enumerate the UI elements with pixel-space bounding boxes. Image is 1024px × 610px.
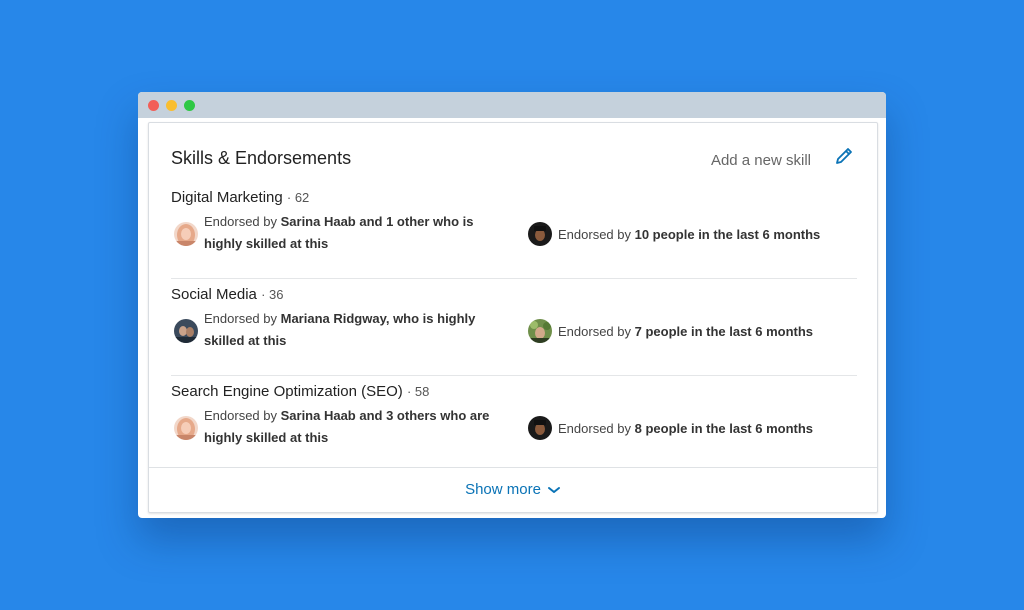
avatar[interactable]	[528, 319, 552, 343]
endorsed-prefix: Endorsed by	[558, 227, 635, 242]
endorsed-prefix: Endorsed by	[204, 408, 281, 423]
close-window-button[interactable]	[148, 100, 159, 111]
add-skill-link[interactable]: Add a new skill	[711, 152, 811, 169]
highlighted-endorsement: Endorsed by Sarina Haab and 1 other who …	[204, 211, 510, 255]
endorsement-summary: 8 people in the last 6 months	[634, 421, 814, 436]
skills-card: Skills & Endorsements Add a new skill Di…	[148, 122, 878, 513]
endorsement-summary: 7 people in the last 6 months	[634, 324, 814, 339]
recent-endorsement[interactable]: Endorsed by 7 people in the last 6 month…	[558, 324, 813, 339]
endorsement-summary: 10 people in the last 6 months	[634, 227, 821, 242]
avatar[interactable]	[174, 416, 198, 440]
endorser-text[interactable]: Sarina Haab and 1 other who is	[281, 214, 474, 229]
card-header: Skills & Endorsements Add a new skill	[171, 145, 855, 173]
minimize-window-button[interactable]	[166, 100, 177, 111]
avatar[interactable]	[528, 416, 552, 440]
skill-title: Digital Marketing	[171, 189, 283, 206]
window-titlebar	[138, 92, 886, 118]
card-footer: Show more	[149, 467, 877, 512]
chevron-down-icon	[547, 482, 561, 499]
pencil-icon[interactable]	[833, 145, 855, 167]
zoom-window-button[interactable]	[184, 100, 195, 111]
skill-name[interactable]: Digital Marketing · 62	[171, 189, 309, 206]
skill-item: Social Media · 36 Endorsed by Mariana Ri…	[171, 278, 857, 376]
app-window: Skills & Endorsements Add a new skill Di…	[138, 92, 886, 518]
endorser-text-cont: highly skilled at this	[204, 236, 329, 251]
endorsed-prefix: Endorsed by	[204, 214, 281, 229]
highlighted-endorsement: Endorsed by Mariana Ridgway, who is high…	[204, 308, 510, 352]
endorser-text[interactable]: Mariana Ridgway, who is highly	[281, 311, 476, 326]
endorsed-prefix: Endorsed by	[558, 324, 635, 339]
show-more-button[interactable]: Show more	[149, 481, 877, 499]
endorser-text-cont: highly skilled at this	[204, 430, 329, 445]
avatar[interactable]	[174, 222, 198, 246]
skill-item: Search Engine Optimization (SEO) · 58 En…	[171, 375, 857, 472]
endorser-text[interactable]: Sarina Haab and 3 others who are	[281, 408, 490, 423]
skill-title: Social Media	[171, 286, 257, 303]
avatar[interactable]	[528, 222, 552, 246]
skill-name[interactable]: Social Media · 36	[171, 286, 283, 303]
endorser-text-cont: skilled at this	[204, 333, 287, 348]
endorsed-prefix: Endorsed by	[558, 421, 635, 436]
recent-endorsement[interactable]: Endorsed by 8 people in the last 6 month…	[558, 421, 813, 436]
endorsed-prefix: Endorsed by	[204, 311, 281, 326]
highlighted-endorsement: Endorsed by Sarina Haab and 3 others who…	[204, 405, 510, 449]
skill-item: Digital Marketing · 62 Endorsed by Sarin…	[171, 181, 857, 279]
endorsement-count: · 36	[261, 287, 284, 302]
skill-title: Search Engine Optimization (SEO)	[171, 383, 403, 400]
recent-endorsement[interactable]: Endorsed by 10 people in the last 6 mont…	[558, 227, 820, 242]
skill-name[interactable]: Search Engine Optimization (SEO) · 58	[171, 383, 429, 400]
endorsement-count: · 62	[286, 190, 310, 205]
card-title: Skills & Endorsements	[171, 148, 352, 168]
show-more-label: Show more	[465, 481, 541, 498]
avatar[interactable]	[174, 319, 198, 343]
endorsement-count: · 58	[406, 384, 430, 399]
